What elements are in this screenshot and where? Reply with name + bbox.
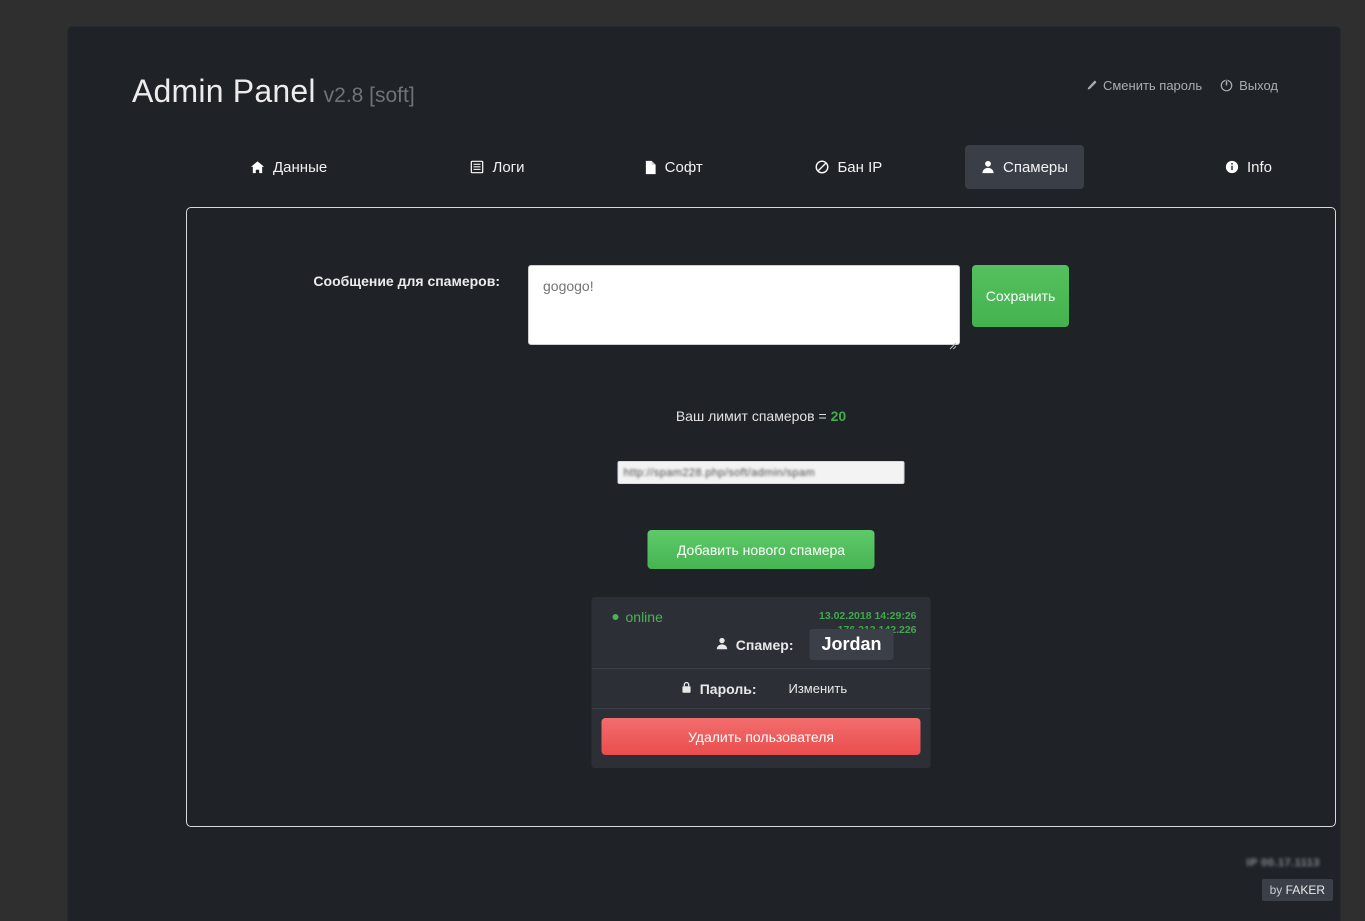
tab-slot-banip: Бан IP: [761, 145, 937, 189]
spammer-message-row: Сообщение для спамеров: Сохранить: [187, 265, 1335, 350]
tab-slot-info: Info: [1112, 145, 1340, 189]
brand-name: Admin Panel: [132, 73, 316, 109]
admin-panel-window: Admin Panel v2.8 [soft] Сменить пароль Вы…: [68, 27, 1340, 921]
brand-title: Admin Panel v2.8 [soft]: [132, 73, 415, 110]
brand-version: v2.8 [soft]: [323, 84, 415, 107]
message-input[interactable]: [528, 265, 960, 345]
spammer-name-row: Спамер: Jordan: [592, 629, 931, 660]
tab-spamery-label: Спамеры: [1002, 158, 1069, 176]
tab-slot-spammers: Спамеры: [937, 145, 1113, 189]
tab-slot-logs: Логи: [410, 145, 586, 189]
list-icon: [470, 160, 484, 174]
tab-logi[interactable]: Логи: [454, 145, 540, 189]
spammer-label-group: Спамер:: [628, 637, 793, 653]
spammer-url-value: http://spam228.php/soft/admin/spam: [623, 466, 816, 479]
message-textarea-wrapper: [528, 265, 960, 350]
screen-root: Admin Panel v2.8 [soft] Сменить пароль Вы…: [0, 0, 1365, 921]
password-label-group: Пароль:: [592, 681, 757, 697]
save-button[interactable]: Сохранить: [972, 265, 1069, 327]
change-password-link[interactable]: Сменить пароль: [1085, 78, 1202, 93]
status-badge: online: [612, 609, 663, 625]
spammer-password-row: Пароль: Изменить: [592, 669, 931, 708]
spammer-limit-line: Ваш лимит спамеров = 20: [187, 408, 1335, 424]
tab-soft[interactable]: Софт: [628, 145, 719, 189]
user-icon: [716, 637, 729, 653]
header-actions: Сменить пароль Выход: [1085, 78, 1278, 93]
change-password-label: Сменить пароль: [1102, 78, 1203, 93]
tab-spamery[interactable]: Спамеры: [964, 145, 1085, 189]
password-label: Пароль:: [699, 680, 757, 697]
faker-badge: by FAKER: [1261, 879, 1333, 901]
logout-link[interactable]: Выход: [1220, 78, 1278, 93]
faker-badge-by: by: [1269, 883, 1283, 897]
last-seen-timestamp: 13.02.2018 14:29:26: [819, 610, 917, 622]
delete-user-button[interactable]: Удалить пользователя: [601, 718, 921, 755]
main-nav-tabs: Данные Логи Софт Бан IP Спамеры Info: [186, 145, 1340, 189]
delete-button-wrapper: Удалить пользователя: [592, 709, 931, 768]
message-label: Сообщение для спамеров:: [313, 273, 500, 289]
tab-info[interactable]: Info: [1209, 145, 1288, 189]
limit-text: Ваш лимит спамеров =: [675, 408, 831, 424]
power-icon: [1220, 79, 1233, 92]
footer-blurred-text: IP 00.17.1113: [1246, 857, 1320, 869]
add-spammer-button[interactable]: Добавить нового спамера: [647, 530, 875, 569]
tab-slot-data: Данные: [186, 145, 410, 189]
content-panel: Сообщение для спамеров: Сохранить Ваш ли…: [186, 207, 1336, 827]
status-label: online: [625, 609, 663, 625]
lock-icon: [681, 681, 693, 697]
spammer-url-field[interactable]: http://spam228.php/soft/admin/spam: [617, 461, 905, 484]
tab-dannye[interactable]: Данные: [234, 145, 343, 189]
pencil-icon: [1085, 80, 1097, 92]
ban-icon: [815, 160, 829, 174]
faker-badge-name: FAKER: [1285, 883, 1325, 897]
spammer-name-value[interactable]: Jordan: [809, 629, 894, 660]
change-password-action[interactable]: Изменить: [789, 681, 848, 696]
file-icon: [644, 160, 657, 175]
spammer-card-top: online 13.02.2018 14:29:26 176.213.142.2…: [592, 597, 931, 668]
tab-ban-ip[interactable]: Бан IP: [799, 145, 898, 189]
limit-value: 20: [830, 408, 847, 424]
home-icon: [250, 160, 265, 175]
spammer-card: online 13.02.2018 14:29:26 176.213.142.2…: [591, 597, 931, 768]
tab-dannye-label: Данные: [273, 158, 328, 176]
status-dot-icon: [612, 614, 619, 620]
info-icon: [1225, 160, 1239, 174]
tab-info-label: Info: [1247, 158, 1273, 176]
page-header: Admin Panel v2.8 [soft] Сменить пароль Вы…: [68, 27, 1340, 117]
tab-ban-ip-label: Бан IP: [837, 158, 883, 176]
spammer-label: Спамер:: [735, 636, 794, 653]
tab-soft-label: Софт: [664, 158, 703, 176]
tab-slot-soft: Софт: [585, 145, 761, 189]
user-icon: [981, 160, 995, 174]
logout-label: Выход: [1239, 78, 1278, 93]
tab-logi-label: Логи: [492, 158, 525, 176]
